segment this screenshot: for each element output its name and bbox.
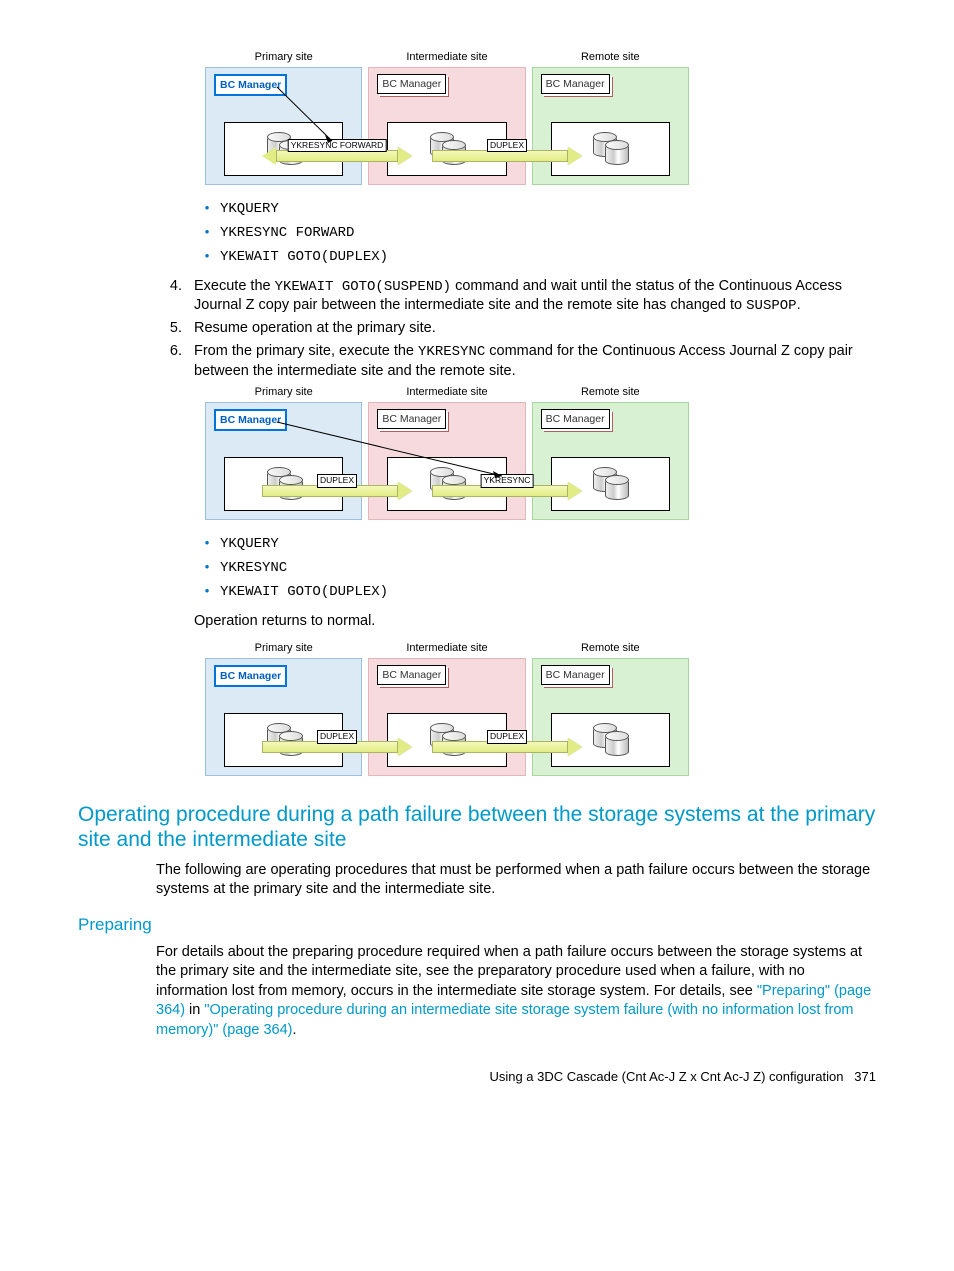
label-primary: Primary site <box>202 385 365 400</box>
bullet-item: •YKRESYNC FORWARD <box>194 223 876 243</box>
command-bullets-2: •YKQUERY •YKRESYNC •YKEWAIT GOTO(DUPLEX) <box>194 534 876 602</box>
label-intermediate: Intermediate site <box>365 641 528 656</box>
bc-manager-inactive: BC Manager <box>541 74 610 94</box>
diagram-2: Primary site Intermediate site Remote si… <box>202 385 702 520</box>
text: . <box>293 1022 297 1038</box>
step-6: 6. From the primary site, execute the YK… <box>156 342 876 381</box>
bc-manager-inactive: BC Manager <box>541 409 610 429</box>
diagram-3: Primary site Intermediate site Remote si… <box>202 641 702 776</box>
preparing-paragraph: For details about the preparing procedur… <box>156 943 876 1041</box>
arrow-label: DUPLEX <box>487 139 527 152</box>
bc-manager-active: BC Manager <box>214 665 287 687</box>
label-intermediate: Intermediate site <box>365 50 528 65</box>
label-primary: Primary site <box>202 641 365 656</box>
cmd: YKRESYNC <box>220 559 287 578</box>
bc-manager-active: BC Manager <box>214 409 287 431</box>
text: in <box>185 1002 204 1018</box>
bullet-item: •YKQUERY <box>194 534 876 554</box>
step-text: Execute the YKEWAIT GOTO(SUSPEND) comman… <box>194 277 876 317</box>
bc-manager-active: BC Manager <box>214 74 287 96</box>
step-number: 5. <box>156 319 194 339</box>
remote-site-box: BC Manager <box>532 658 689 776</box>
label-remote: Remote site <box>529 385 692 400</box>
cmd: YKEWAIT GOTO(SUSPEND) <box>275 279 451 295</box>
bullet-item: •YKRESYNC <box>194 558 876 578</box>
text: From the primary site, execute the <box>194 343 418 359</box>
step-number: 6. <box>156 342 194 381</box>
arrow-primary-intermediate: DUPLEX <box>262 740 412 754</box>
label-remote: Remote site <box>529 641 692 656</box>
label-primary: Primary site <box>202 50 365 65</box>
cmd: SUSPOP <box>746 298 796 314</box>
bullet-item: •YKEWAIT GOTO(DUPLEX) <box>194 247 876 267</box>
arrow-label: DUPLEX <box>317 474 357 487</box>
page-footer: Using a 3DC Cascade (Cnt Ac-J Z x Cnt Ac… <box>78 1068 876 1086</box>
intermediate-site-box: BC Manager <box>368 402 525 520</box>
bc-manager-inactive: BC Manager <box>377 409 446 429</box>
arrow-label: DUPLEX <box>487 730 527 743</box>
database-icon <box>593 726 627 754</box>
database-icon <box>593 135 627 163</box>
cmd: YKRESYNC <box>418 344 485 360</box>
bullet-item: •YKEWAIT GOTO(DUPLEX) <box>194 582 876 602</box>
cmd: YKQUERY <box>220 200 279 219</box>
bc-manager-inactive: BC Manager <box>377 665 446 685</box>
cmd: YKEWAIT GOTO(DUPLEX) <box>220 248 388 267</box>
cmd: YKEWAIT GOTO(DUPLEX) <box>220 583 388 602</box>
xref-operating-procedure[interactable]: "Operating procedure during an intermedi… <box>156 1002 853 1038</box>
returns-normal-text: Operation returns to normal. <box>194 612 876 632</box>
label-remote: Remote site <box>529 50 692 65</box>
site-labels: Primary site Intermediate site Remote si… <box>202 50 692 65</box>
page-number: 371 <box>854 1069 876 1084</box>
text: . <box>797 297 801 313</box>
cmd: YKQUERY <box>220 535 279 554</box>
bullet-item: •YKQUERY <box>194 199 876 219</box>
remote-site-box: BC Manager <box>532 67 689 185</box>
arrow-primary-intermediate: YKRESYNC FORWARD <box>262 149 412 163</box>
step-text: Resume operation at the primary site. <box>194 319 876 339</box>
sub-heading: Preparing <box>78 914 876 937</box>
arrow-intermediate-remote: YKRESYNC <box>432 484 582 498</box>
primary-site-box: BC Manager <box>205 67 362 185</box>
diagram-1: Primary site Intermediate site Remote si… <box>202 50 702 185</box>
bc-manager-inactive: BC Manager <box>541 665 610 685</box>
site-labels: Primary site Intermediate site Remote si… <box>202 641 692 656</box>
intermediate-site-box: BC Manager <box>368 67 525 185</box>
label-intermediate: Intermediate site <box>365 385 528 400</box>
remote-site-box: BC Manager <box>532 402 689 520</box>
numbered-steps: 4. Execute the YKEWAIT GOTO(SUSPEND) com… <box>156 277 876 382</box>
primary-site-box: BC Manager <box>205 658 362 776</box>
arrow-label: DUPLEX <box>317 730 357 743</box>
step-text: From the primary site, execute the YKRES… <box>194 342 876 381</box>
arrow-intermediate-remote: DUPLEX <box>432 740 582 754</box>
diagram-row: BC Manager BC Manager BC Manager DUPLEX … <box>202 658 692 776</box>
footer-title: Using a 3DC Cascade (Cnt Ac-J Z x Cnt Ac… <box>489 1069 843 1084</box>
primary-site-box: BC Manager <box>205 402 362 520</box>
intermediate-site-box: BC Manager <box>368 658 525 776</box>
arrow-intermediate-remote: DUPLEX <box>432 149 582 163</box>
step-4: 4. Execute the YKEWAIT GOTO(SUSPEND) com… <box>156 277 876 317</box>
bc-manager-inactive: BC Manager <box>377 74 446 94</box>
command-bullets-1: •YKQUERY •YKRESYNC FORWARD •YKEWAIT GOTO… <box>194 199 876 267</box>
database-icon <box>593 470 627 498</box>
section-heading: Operating procedure during a path failur… <box>78 802 876 852</box>
diagram-row: BC Manager BC Manager BC Manager YKRESYN… <box>202 67 692 185</box>
section-paragraph: The following are operating procedures t… <box>156 861 876 900</box>
site-labels: Primary site Intermediate site Remote si… <box>202 385 692 400</box>
text: Execute the <box>194 278 275 294</box>
step-5: 5. Resume operation at the primary site. <box>156 319 876 339</box>
diagram-row: BC Manager BC Manager BC Manager DUPLEX … <box>202 402 692 520</box>
arrow-label: YKRESYNC <box>481 474 534 487</box>
step-number: 4. <box>156 277 194 317</box>
cmd: YKRESYNC FORWARD <box>220 224 354 243</box>
arrow-label: YKRESYNC FORWARD <box>288 139 387 152</box>
arrow-primary-intermediate: DUPLEX <box>262 484 412 498</box>
